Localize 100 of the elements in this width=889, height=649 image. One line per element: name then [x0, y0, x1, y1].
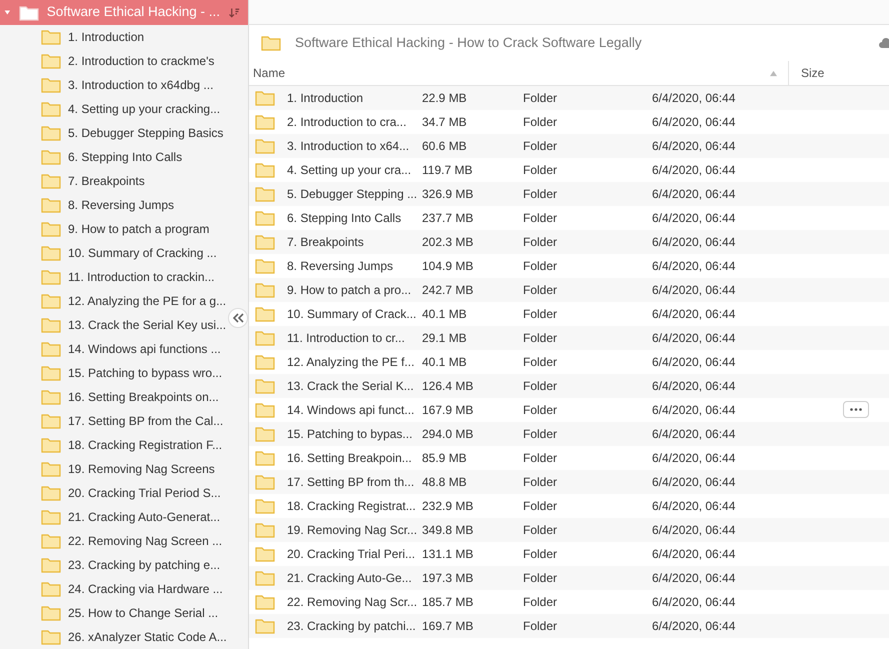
- file-type: Folder: [523, 258, 558, 275]
- more-icon: [850, 408, 862, 411]
- tree-item-label: 24. Cracking via Hardware ...: [68, 581, 223, 598]
- file-type: Folder: [523, 498, 558, 515]
- tree-item[interactable]: 8. Reversing Jumps: [41, 193, 174, 217]
- modified-date: 6/4/2020, 06:44: [652, 210, 736, 227]
- folder-icon: [255, 138, 275, 154]
- tree-item[interactable]: 20. Cracking Trial Period S...: [41, 481, 221, 505]
- modified-date: 6/4/2020, 06:44: [652, 234, 736, 251]
- file-size: 104.9 MB: [422, 258, 474, 275]
- table-row[interactable]: 9. How to patch a pro... 242.7 MB Folder 6/4/2020, 06:44: [249, 278, 889, 302]
- tree-item[interactable]: 18. Cracking Registration F...: [41, 433, 222, 457]
- tree-item[interactable]: 4. Setting up your cracking...: [41, 97, 220, 121]
- file-name: 11. Introduction to cr...: [286, 330, 406, 347]
- folder-icon: [255, 162, 275, 178]
- table-row[interactable]: 5. Debugger Stepping ... 326.9 MB Folder 6/4/2020, 06:44: [249, 182, 889, 206]
- column-header[interactable]: Name: [249, 61, 789, 85]
- table-row[interactable]: 15. Patching to bypas... 294.0 MB Folder 6/4/2020, 06:44: [249, 422, 889, 446]
- file-name: 20. Cracking Trial Peri...: [286, 546, 416, 563]
- modified-date: 6/4/2020, 06:44: [652, 474, 736, 491]
- tree-item[interactable]: 11. Introduction to crackin...: [41, 265, 215, 289]
- folder-icon: [41, 341, 61, 357]
- folder-icon: [41, 533, 61, 549]
- table-row[interactable]: 7. Breakpoints 202.3 MB Folder 6/4/2020, 06:44: [249, 230, 889, 254]
- file-size: 197.3 MB: [422, 570, 474, 587]
- tree-item[interactable]: 14. Windows api functions ...: [41, 337, 221, 361]
- tree-item-label: 6. Stepping Into Calls: [68, 149, 182, 166]
- tree-item-label: 18. Cracking Registration F...: [68, 437, 222, 454]
- table-row[interactable]: 13. Crack the Serial K... 126.4 MB Folder 6/4/2020, 06:44: [249, 374, 889, 398]
- file-size: 237.7 MB: [422, 210, 474, 227]
- table-row[interactable]: 11. Introduction to cr... 29.1 MB Folder 6/4/2020, 06:44: [249, 326, 889, 350]
- file-name: 23. Cracking by patchi...: [286, 618, 417, 635]
- file-size: 202.3 MB: [422, 234, 474, 251]
- tree-item[interactable]: 22. Removing Nag Screen ...: [41, 529, 222, 553]
- table-row[interactable]: 1. Introduction 22.9 MB Folder 6/4/2020, 06:44: [249, 86, 889, 110]
- more-button[interactable]: [843, 401, 869, 418]
- file-name: 2. Introduction to cra...: [286, 114, 408, 131]
- tree-item-label: 16. Setting Breakpoints on...: [68, 389, 219, 406]
- tree-item[interactable]: 12. Analyzing the PE for a g...: [41, 289, 226, 313]
- tree-item[interactable]: 17. Setting BP from the Cal...: [41, 409, 224, 433]
- table-row[interactable]: 19. Removing Nag Scr... 349.8 MB Folder 6/4/2020, 06:44: [249, 518, 889, 542]
- modified-date: 6/4/2020, 06:44: [652, 378, 736, 395]
- caret-icon[interactable]: [4, 8, 11, 17]
- tree-item[interactable]: 9. How to patch a program: [41, 217, 210, 241]
- tree-item[interactable]: 10. Summary of Cracking ...: [41, 241, 217, 265]
- file-type: Folder: [523, 618, 558, 635]
- folder-icon: [255, 186, 275, 202]
- folder-icon: [41, 629, 61, 645]
- tree-item[interactable]: 25. How to Change Serial ...: [41, 601, 218, 625]
- collapse-button[interactable]: [228, 308, 248, 328]
- tree-item[interactable]: 26. xAnalyzer Static Code A...: [41, 625, 227, 649]
- tree-item[interactable]: 23. Cracking by patching e...: [41, 553, 220, 577]
- folder-icon: [255, 210, 275, 226]
- tree-item[interactable]: 2. Introduction to crackme's: [41, 49, 214, 73]
- folder-icon: [255, 354, 275, 370]
- tree-item-label: 8. Reversing Jumps: [68, 197, 174, 214]
- tree-item[interactable]: 3. Introduction to x64dbg ...: [41, 73, 214, 97]
- modified-date: 6/4/2020, 06:44: [652, 114, 736, 131]
- tree-item[interactable]: 6. Stepping Into Calls: [41, 145, 182, 169]
- file-size: 242.7 MB: [422, 282, 474, 299]
- modified-date: 6/4/2020, 06:44: [652, 618, 736, 635]
- tree-item-label: 10. Summary of Cracking ...: [68, 245, 217, 262]
- tree-item-label: 5. Debugger Stepping Basics: [68, 125, 224, 142]
- file-size: 232.9 MB: [422, 498, 474, 515]
- file-type: Folder: [523, 330, 558, 347]
- tree-item[interactable]: 5. Debugger Stepping Basics: [41, 121, 224, 145]
- folder-icon: [41, 173, 61, 189]
- file-name: 1. Introduction: [286, 90, 364, 107]
- folder-icon: [18, 4, 39, 20]
- modified-date: 6/4/2020, 06:44: [652, 186, 736, 203]
- tree-item[interactable]: 19. Removing Nag Screens: [41, 457, 215, 481]
- table-row[interactable]: 3. Introduction to x64... 60.6 MB Folder 6/4/2020, 06:44: [249, 134, 889, 158]
- file-type: Folder: [523, 162, 558, 179]
- file-name: 22. Removing Nag Scr...: [286, 594, 418, 611]
- table-row[interactable]: 21. Cracking Auto-Ge... 197.3 MB Folder 6/4/2020, 06:44: [249, 566, 889, 590]
- tree-item-label: 12. Analyzing the PE for a g...: [68, 293, 226, 310]
- tree-item[interactable]: 15. Patching to bypass wro...: [41, 361, 222, 385]
- folder-icon: [255, 282, 275, 298]
- file-size: 34.7 MB: [422, 114, 468, 131]
- file-type: Folder: [523, 450, 558, 467]
- tree-item[interactable]: 21. Cracking Auto-Generat...: [41, 505, 220, 529]
- file-name: 7. Breakpoints: [286, 234, 365, 251]
- folder-icon: [41, 77, 61, 93]
- modified-date: 6/4/2020, 06:44: [652, 594, 736, 611]
- tree-item[interactable]: 1. Introduction: [41, 25, 144, 49]
- file-size: 48.8 MB: [422, 474, 468, 491]
- modified-date: 6/4/2020, 06:44: [652, 354, 736, 371]
- file-type: Folder: [523, 114, 558, 131]
- tree-item[interactable]: 16. Setting Breakpoints on...: [41, 385, 219, 409]
- tree-item[interactable]: 24. Cracking via Hardware ...: [41, 577, 223, 601]
- modified-date: 6/4/2020, 06:44: [652, 162, 736, 179]
- table-row[interactable]: 17. Setting BP from th... 48.8 MB Folder 6/4/2020, 06:44: [249, 470, 889, 494]
- file-type: Folder: [523, 426, 558, 443]
- file-size: 185.7 MB: [422, 594, 474, 611]
- column-header[interactable]: Size: [789, 61, 828, 85]
- table-row[interactable]: 23. Cracking by patchi... 169.7 MB Folder 6/4/2020, 06:44: [249, 614, 889, 638]
- tree-item[interactable]: 13. Crack the Serial Key usi...: [41, 313, 226, 337]
- tree-item[interactable]: 7. Breakpoints: [41, 169, 145, 193]
- cloud-icon[interactable]: [879, 37, 889, 49]
- file-type: Folder: [523, 210, 558, 227]
